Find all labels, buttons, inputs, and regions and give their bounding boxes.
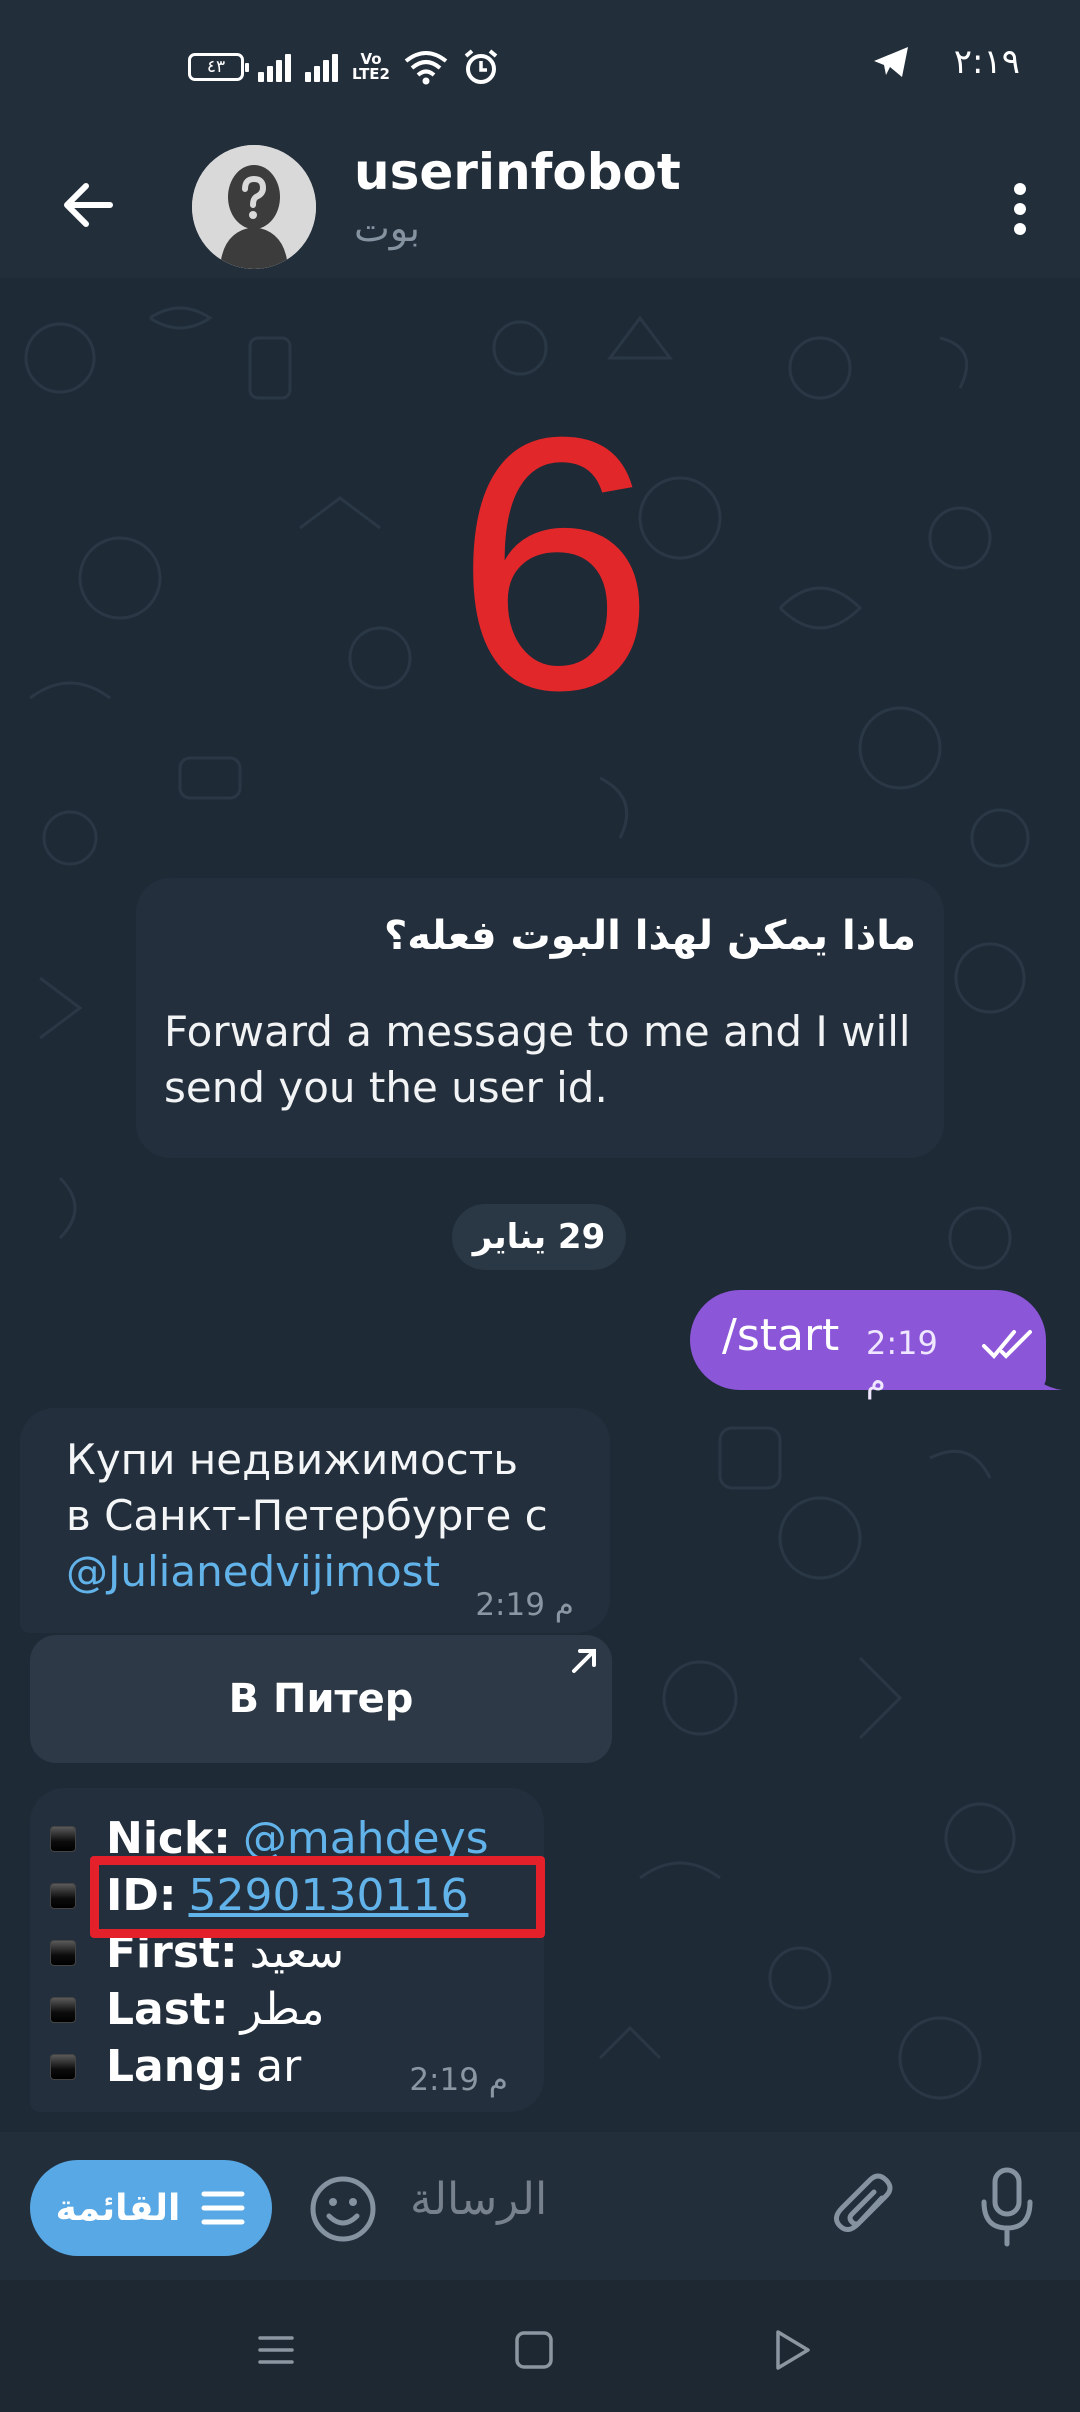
system-navigation-bar	[0, 2280, 1080, 2412]
user-info-message: Nick: @mahdeys ID: 5290130116 First: سعي…	[30, 1788, 544, 2112]
bot-name[interactable]: userinfobot	[354, 141, 681, 203]
ad-line-1: Купи недвижимость	[66, 1435, 518, 1484]
avatar[interactable]	[192, 145, 316, 269]
volte-icon: Vo LTE2	[352, 50, 390, 83]
message-input[interactable]: الرسالة	[410, 2174, 547, 2225]
bot-description-title: ماذا يمكن لهذا البوت فعله؟	[384, 913, 916, 959]
black-square-icon	[50, 1996, 76, 2023]
wifi-icon	[404, 51, 448, 85]
back-triangle-icon[interactable]	[762, 2320, 822, 2380]
chat-area[interactable]: 6 ماذا يمكن لهذا البوت فعله؟ Forward a m…	[0, 278, 1080, 2132]
telegram-icon	[873, 47, 908, 77]
black-square-icon	[50, 1882, 76, 1909]
black-square-icon	[50, 1825, 76, 1852]
annotation-step-number: 6	[455, 388, 655, 718]
bot-subtitle: بوت	[354, 206, 420, 250]
status-icons-right: ٢:١٩	[872, 42, 1020, 82]
outgoing-message[interactable]: /start 2:19 م	[690, 1290, 1062, 1400]
status-icons-left: ٤٣ Vo LTE2	[188, 48, 500, 86]
signal-2-icon	[305, 52, 338, 82]
battery-icon: ٤٣	[188, 53, 249, 81]
sponsored-message[interactable]: Купи недвижимость в Санкт-Петербурге с @…	[20, 1408, 610, 1633]
emoji-icon[interactable]	[308, 2174, 378, 2244]
id-highlight-annotation	[90, 1856, 545, 1938]
info-value: مطر	[240, 1984, 325, 2035]
battery-level: ٤٣	[206, 57, 226, 77]
ad-message-time: 2:19 م	[475, 1587, 574, 1623]
info-row-last: Last: مطر	[50, 1981, 524, 2038]
bot-menu-button[interactable]: القائمة	[30, 2160, 272, 2256]
black-square-icon	[50, 2053, 76, 2080]
unknown-user-icon	[192, 145, 316, 269]
date-separator: 29 يناير	[452, 1204, 626, 1270]
inline-url-button[interactable]: В Питер	[30, 1635, 612, 1763]
message-composer: القائمة الرسالة	[0, 2132, 1080, 2280]
inline-button-label: В Питер	[228, 1676, 414, 1722]
menu-button-label: القائمة	[55, 2187, 181, 2229]
back-arrow-icon[interactable]	[52, 169, 124, 241]
bot-description-message: ماذا يمكن لهذا البوت فعله؟ Forward a mes…	[136, 878, 944, 1158]
ad-line-2: в Санкт-Петербурге с	[66, 1491, 548, 1540]
clock: ٢:١٩	[953, 42, 1020, 82]
outgoing-message-time: 2:19 م	[866, 1324, 938, 1400]
status-bar: ٤٣ Vo LTE2 ٢:١٩	[0, 0, 1080, 135]
hamburger-icon	[201, 2191, 245, 2225]
info-key: Last:	[106, 1984, 229, 2035]
chat-header: userinfobot بوت	[0, 135, 1080, 278]
black-square-icon	[50, 1939, 76, 1966]
signal-1-icon	[258, 52, 291, 82]
read-double-check-icon	[982, 1330, 1032, 1359]
paperclip-icon[interactable]	[830, 2168, 900, 2248]
bubble-tail	[1032, 1368, 1062, 1390]
external-link-arrow-icon	[572, 1649, 596, 1673]
bot-description-text: Forward a message to me and I will send …	[164, 1007, 911, 1112]
outgoing-message-text: /start	[722, 1310, 840, 1361]
alarm-icon	[464, 49, 498, 84]
recent-apps-icon[interactable]	[246, 2320, 306, 2380]
info-key: Lang:	[106, 2041, 245, 2092]
svg-text:6: 6	[455, 388, 655, 718]
more-vertical-icon[interactable]	[990, 173, 1050, 245]
microphone-icon[interactable]	[976, 2166, 1038, 2250]
info-message-time: 2:19 م	[409, 2062, 508, 2098]
home-icon[interactable]	[504, 2320, 564, 2380]
info-value: ar	[256, 2041, 302, 2092]
